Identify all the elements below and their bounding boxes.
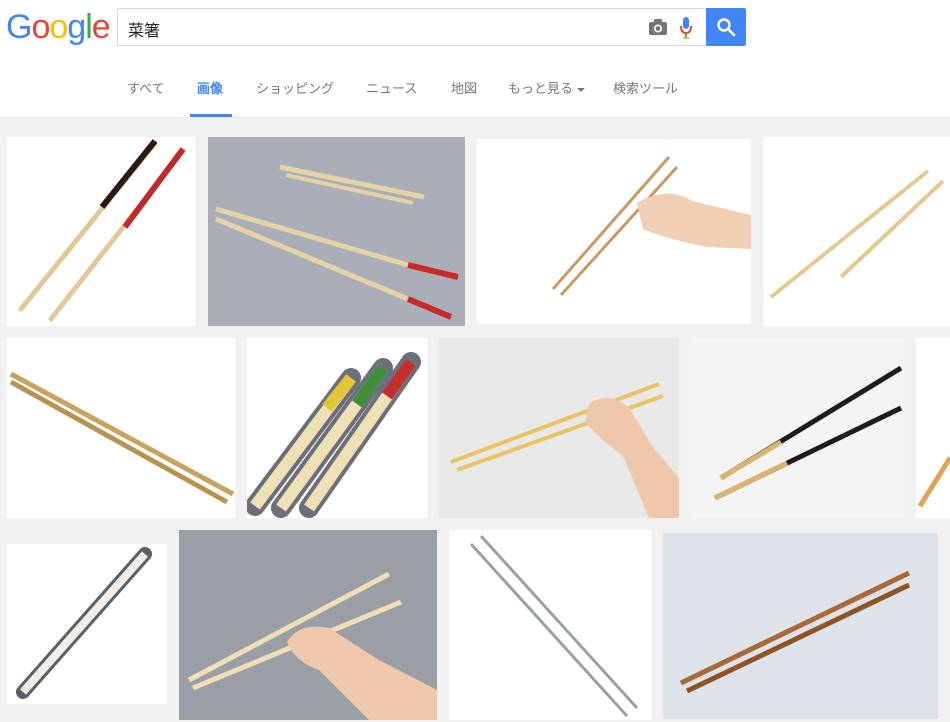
tab-all[interactable]: すべて	[127, 78, 165, 97]
camera-icon[interactable]	[648, 18, 668, 36]
image-result[interactable]	[663, 533, 938, 719]
image-result[interactable]	[179, 530, 437, 720]
image-result[interactable]	[247, 338, 427, 518]
image-result[interactable]	[449, 530, 651, 720]
microphone-icon[interactable]	[678, 16, 694, 40]
search-tabs: すべて 画像 ショッピング ニュース 地図 もっと見る 検索ツール	[0, 58, 950, 117]
google-logo[interactable]: Google	[6, 8, 111, 47]
search-button[interactable]	[706, 8, 746, 46]
search-input[interactable]: 菜箸	[117, 8, 706, 46]
tab-images[interactable]: 画像	[197, 78, 223, 97]
top-bar: Google 菜箸 すべて 画像 ショッピング ニュース 地図 もっと見る 検索…	[0, 0, 950, 118]
chevron-down-icon	[577, 87, 586, 92]
image-results-grid	[0, 117, 950, 722]
image-result[interactable]	[7, 338, 235, 518]
tab-more-label: もっと見る	[508, 82, 574, 97]
tab-shopping[interactable]: ショッピング	[256, 78, 334, 97]
tab-search-tools[interactable]: 検索ツール	[613, 78, 678, 97]
image-result[interactable]	[208, 137, 465, 326]
image-result[interactable]	[477, 139, 751, 324]
image-result[interactable]	[7, 544, 167, 704]
tab-maps[interactable]: 地図	[451, 78, 477, 97]
image-result[interactable]	[916, 338, 950, 518]
image-result[interactable]	[763, 137, 950, 326]
image-result[interactable]	[439, 338, 679, 518]
tab-more[interactable]: もっと見る	[508, 78, 586, 97]
image-result[interactable]	[691, 338, 904, 518]
tab-news[interactable]: ニュース	[366, 78, 417, 97]
search-query: 菜箸	[128, 21, 161, 40]
image-result[interactable]	[7, 137, 195, 326]
search-icon	[717, 18, 736, 37]
